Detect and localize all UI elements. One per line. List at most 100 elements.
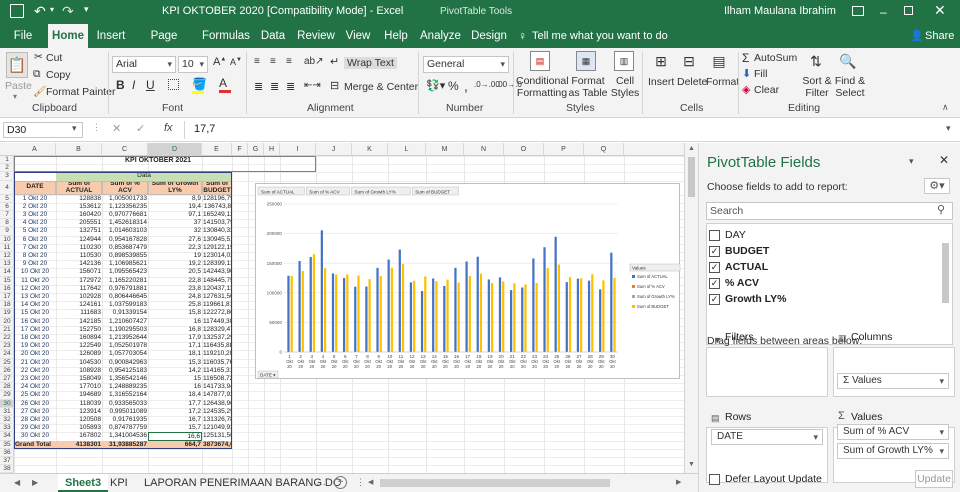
pivot-row-label[interactable]: 17 Okt 20	[14, 326, 56, 334]
find-select-icon[interactable]: 🔍	[838, 51, 858, 71]
pivot-value[interactable]: 160894	[56, 334, 102, 342]
pivot-value[interactable]: 17,9	[148, 334, 202, 342]
pivot-value[interactable]: 19,2	[148, 260, 202, 268]
pivot-value[interactable]: 0,954167828	[102, 236, 148, 244]
pivot-value[interactable]: 132537,295	[202, 334, 232, 342]
tab-formulas[interactable]: Formulas	[202, 24, 250, 48]
copy-icon[interactable]: ⧉	[33, 68, 41, 81]
column-header[interactable]: K	[352, 143, 388, 156]
pivot-value[interactable]: 15,8	[148, 309, 202, 317]
column-header[interactable]: M	[426, 143, 464, 156]
pivot-value[interactable]: 25,8	[148, 301, 202, 309]
column-header[interactable]: J	[316, 143, 352, 156]
pivot-value[interactable]: 16,7	[148, 416, 202, 424]
pivot-value[interactable]: 205551	[56, 219, 102, 227]
redo-icon[interactable]: ↷	[62, 3, 74, 20]
pivot-header[interactable]: Sum of % ACV	[102, 180, 148, 195]
pivot-value[interactable]: 1,037599183	[102, 301, 148, 309]
pivot-row-label[interactable]: 3 Okt 20	[14, 211, 56, 219]
row-header[interactable]: 14	[0, 268, 14, 277]
pivot-value[interactable]: 120437,119	[202, 285, 232, 293]
expand-formula-icon[interactable]: ▾	[946, 123, 951, 134]
align-middle-icon[interactable]: ≡	[270, 56, 276, 67]
row-header[interactable]: 13	[0, 260, 14, 269]
more-sheets-icon[interactable]: …	[316, 477, 326, 488]
pivot-value[interactable]: 153612	[56, 203, 102, 211]
pane-close-icon[interactable]: ✕	[939, 153, 949, 167]
add-sheet-icon[interactable]: +	[334, 476, 347, 489]
checked-checkbox-icon[interactable]: ✓	[709, 293, 720, 305]
row-header[interactable]: 25	[0, 359, 14, 367]
pivot-value[interactable]: 1,210607427	[102, 318, 148, 326]
pivot-row-label[interactable]: 28 Okt 20	[14, 416, 56, 424]
pivot-value[interactable]: 1,316552164	[102, 391, 148, 399]
sheet-tab-sheet3[interactable]: Sheet3	[58, 474, 109, 492]
pivot-row-label[interactable]: 16 Okt 20	[14, 318, 56, 326]
values-pill-acv[interactable]: Sum of % ACV	[837, 424, 949, 440]
pivot-value[interactable]: 22,3	[148, 244, 202, 252]
hscroll-left-icon[interactable]: ◀	[368, 478, 373, 486]
pivot-value[interactable]: 1,005001733	[102, 195, 148, 203]
pivot-value[interactable]: 1,095565423	[102, 268, 148, 276]
pivot-value[interactable]: 1,356542146	[102, 375, 148, 383]
pivot-value[interactable]: 122272,864	[202, 309, 232, 317]
font-name-combo[interactable]: Arial	[112, 56, 176, 73]
pivot-value[interactable]: 158049	[56, 375, 102, 383]
row-header[interactable]: 11	[0, 244, 14, 252]
comma-icon[interactable]: ,	[464, 78, 468, 94]
pivot-value[interactable]: 17,7	[148, 400, 202, 408]
pivot-value[interactable]: 16,6	[148, 432, 202, 441]
pivot-value[interactable]: 136743,8	[202, 203, 232, 211]
pivot-row-label[interactable]: 21 Okt 20	[14, 359, 56, 367]
cut-button[interactable]: Cut	[46, 52, 62, 64]
pivot-value[interactable]: 165249,128	[202, 211, 232, 219]
pivot-value[interactable]: 8,9	[148, 195, 202, 203]
cut-icon[interactable]: ✂	[34, 51, 43, 63]
font-color-icon[interactable]: A	[219, 76, 231, 93]
formula-input[interactable]: 17,7	[194, 123, 215, 135]
pivot-value[interactable]: 1,057703054	[102, 350, 148, 358]
pivot-value[interactable]: 177010	[56, 383, 102, 391]
row-header[interactable]: 36	[0, 449, 14, 457]
scroll-down-icon[interactable]: ▼	[688, 461, 695, 468]
rows-date-pill[interactable]: DATE	[711, 429, 823, 445]
align-left-icon[interactable]: ≣	[254, 80, 263, 93]
pivot-value[interactable]: 15,3	[148, 359, 202, 367]
row-header[interactable]: 33	[0, 424, 14, 433]
pivot-value[interactable]: 122549	[56, 342, 102, 350]
row-header[interactable]: 6	[0, 203, 14, 211]
decrease-font-icon[interactable]: A▼	[230, 57, 242, 67]
pivot-value[interactable]: 1,165220281	[102, 277, 148, 285]
filters-area[interactable]	[706, 347, 828, 397]
row-header[interactable]: 37	[0, 457, 14, 466]
pivot-value[interactable]: 114165,313	[202, 367, 232, 375]
merge-icon[interactable]: ⊟	[330, 79, 339, 92]
tab-file[interactable]: File	[8, 24, 38, 48]
row-header[interactable]: 19	[0, 309, 14, 318]
pivot-data-label[interactable]: Data	[56, 172, 232, 181]
restore-icon[interactable]	[904, 6, 913, 15]
align-right-icon[interactable]: ≣	[286, 80, 295, 93]
pivot-grand-total[interactable]: 3873674,06	[202, 440, 232, 449]
pivot-row-label[interactable]: 9 Okt 20	[14, 260, 56, 268]
pivot-value[interactable]: 116435,885	[202, 342, 232, 350]
pivot-row-label[interactable]: 2 Okt 20	[14, 203, 56, 211]
scroll-thumb[interactable]	[688, 157, 695, 197]
pivot-value[interactable]: 37	[148, 219, 202, 227]
pivot-value[interactable]: 141733,946	[202, 383, 232, 391]
cell-styles-icon[interactable]: ▥	[614, 51, 634, 71]
pivot-value[interactable]: 120508	[56, 416, 102, 424]
pivot-value[interactable]: 0,874787759	[102, 424, 148, 432]
pivot-value[interactable]: 18,1	[148, 350, 202, 358]
pivot-value[interactable]: 142185	[56, 318, 102, 326]
pivot-value[interactable]: 17,2	[148, 408, 202, 416]
pivot-row-label[interactable]: 10 Okt 20	[14, 268, 56, 276]
pivot-value[interactable]: 32	[148, 227, 202, 235]
column-header[interactable]: F	[232, 143, 248, 156]
autosum-icon[interactable]: Σ	[742, 51, 749, 65]
pivot-row-label[interactable]: 5 Okt 20	[14, 227, 56, 235]
tab-data[interactable]: Data	[258, 24, 288, 48]
pivot-grand-total[interactable]: Grand Total	[14, 440, 56, 449]
undo-icon[interactable]: ↶	[34, 3, 46, 20]
italic-icon[interactable]: I	[132, 78, 135, 92]
